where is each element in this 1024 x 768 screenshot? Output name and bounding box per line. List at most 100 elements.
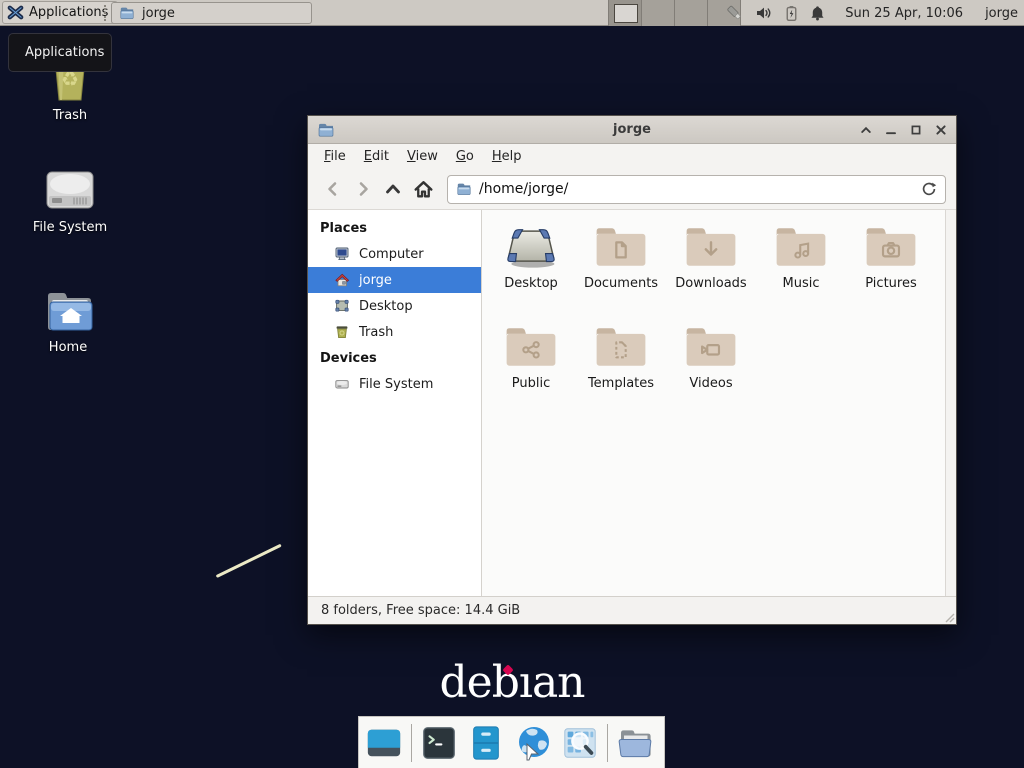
folder-templates-icon xyxy=(591,322,651,372)
back-button[interactable] xyxy=(318,174,348,204)
file-item-label: Public xyxy=(512,376,550,391)
toolbar: /home/jorge/ xyxy=(308,169,956,210)
file-view[interactable]: Desktop Documents xyxy=(482,210,945,596)
sidebar-item-label: Trash xyxy=(359,325,393,340)
resize-grip[interactable] xyxy=(945,613,955,623)
sidebar-item-desktop[interactable]: Desktop xyxy=(308,293,481,319)
sidebar-item-label: jorge xyxy=(359,273,392,288)
sidebar-item-label: File System xyxy=(359,377,433,392)
home-button[interactable] xyxy=(408,174,438,204)
dock-separator xyxy=(411,724,412,762)
path-folder-icon xyxy=(456,181,472,197)
battery-charging-icon[interactable] xyxy=(783,4,800,23)
file-item-pictures[interactable]: Pictures xyxy=(846,220,936,320)
show-desktop-launcher[interactable] xyxy=(364,723,404,763)
file-item-label: Templates xyxy=(588,376,654,391)
panel-separator-handle[interactable] xyxy=(104,5,106,21)
menu-help[interactable]: Help xyxy=(483,147,531,166)
workspace-2[interactable] xyxy=(642,0,675,26)
drive-icon xyxy=(42,166,98,214)
sidebar-item-computer[interactable]: Computer xyxy=(308,241,481,267)
debian-logo: debıan xyxy=(0,659,1024,707)
statusbar: 8 folders, Free space: 14.4 GiB xyxy=(308,596,956,624)
file-item-downloads[interactable]: Downloads xyxy=(666,220,756,320)
stylus-icon[interactable] xyxy=(724,3,745,23)
sidebar-item-file-system[interactable]: File System xyxy=(308,371,481,397)
reload-icon[interactable] xyxy=(921,181,937,197)
path-input[interactable]: /home/jorge/ xyxy=(479,181,914,197)
vertical-scrollbar[interactable] xyxy=(945,210,956,596)
file-item-desktop[interactable]: Desktop xyxy=(486,220,576,320)
system-tray: Sun 25 Apr, 10:06 jorge xyxy=(724,0,1020,26)
desktop-small-icon xyxy=(334,298,350,314)
dock-panel xyxy=(358,716,665,768)
web-browser-launcher[interactable] xyxy=(513,723,553,763)
terminal-icon xyxy=(420,724,458,762)
desktop-icon xyxy=(501,222,561,272)
top-panel: Applications jorge xyxy=(0,0,1024,26)
up-button[interactable] xyxy=(378,174,408,204)
app-finder-launcher[interactable] xyxy=(560,723,600,763)
menu-file[interactable]: File xyxy=(315,147,355,166)
folder-icon xyxy=(119,5,135,21)
sidebar-header-devices: Devices xyxy=(308,345,481,371)
panel-username[interactable]: jorge xyxy=(985,6,1018,21)
folder-pictures-icon xyxy=(861,222,921,272)
desktop-icon-home[interactable]: Home xyxy=(18,286,118,355)
terminal-launcher[interactable] xyxy=(419,723,459,763)
maximize-button[interactable] xyxy=(910,124,922,136)
taskbar-window-label: jorge xyxy=(142,6,175,21)
sidebar-item-label: Computer xyxy=(359,247,424,262)
back-icon xyxy=(323,179,343,199)
sidebar-item-trash[interactable]: Trash xyxy=(308,319,481,345)
path-bar[interactable]: /home/jorge/ xyxy=(447,175,946,204)
file-manager-folder-icon xyxy=(615,724,655,762)
home-icon xyxy=(413,179,434,200)
applications-menu-label: Applications xyxy=(29,5,108,20)
menu-edit[interactable]: Edit xyxy=(355,147,398,166)
forward-button[interactable] xyxy=(348,174,378,204)
file-item-label: Videos xyxy=(689,376,732,391)
sidebar-item-jorge[interactable]: jorge xyxy=(308,267,481,293)
app-finder-icon xyxy=(561,724,599,762)
close-button[interactable] xyxy=(935,124,947,136)
minimize-button[interactable] xyxy=(885,124,897,136)
applications-menu-button[interactable]: Applications xyxy=(2,1,118,24)
computer-icon xyxy=(334,246,350,262)
window-titlebar[interactable]: jorge xyxy=(308,116,956,144)
taskbar-window-button[interactable]: jorge xyxy=(111,2,312,24)
desktop-icon-label: File System xyxy=(33,220,107,235)
menubar: File Edit View Go Help xyxy=(308,144,956,169)
menu-view[interactable]: View xyxy=(398,147,447,166)
panel-clock[interactable]: Sun 25 Apr, 10:06 xyxy=(845,6,963,21)
workspace-switcher[interactable] xyxy=(608,0,741,26)
file-item-label: Music xyxy=(783,276,820,291)
file-item-documents[interactable]: Documents xyxy=(576,220,666,320)
file-item-music[interactable]: Music xyxy=(756,220,846,320)
workspace-1[interactable] xyxy=(609,0,642,26)
file-item-public[interactable]: Public xyxy=(486,320,576,420)
wallpaper-swoosh xyxy=(216,544,282,578)
workspace-3[interactable] xyxy=(675,0,708,26)
folder-public-icon xyxy=(501,322,561,372)
file-manager-launcher[interactable] xyxy=(615,723,655,763)
up-icon xyxy=(383,179,403,199)
sidebar: Places Computer jorge xyxy=(308,210,482,596)
dock-separator xyxy=(607,724,608,762)
volume-icon[interactable] xyxy=(754,4,774,22)
file-item-videos[interactable]: Videos xyxy=(666,320,756,420)
xfce-logo-icon xyxy=(7,4,24,21)
shade-button[interactable] xyxy=(860,124,872,136)
trash-small-icon xyxy=(334,324,350,340)
file-item-label: Downloads xyxy=(675,276,746,291)
file-item-templates[interactable]: Templates xyxy=(576,320,666,420)
sidebar-item-label: Desktop xyxy=(359,299,413,314)
desktop-icon-file-system[interactable]: File System xyxy=(20,166,120,235)
menu-go[interactable]: Go xyxy=(447,147,483,166)
file-item-label: Documents xyxy=(584,276,658,291)
file-item-label: Desktop xyxy=(504,276,558,291)
notifications-icon[interactable] xyxy=(809,4,826,22)
workspace-window-preview xyxy=(614,4,638,23)
file-cabinet-launcher[interactable] xyxy=(466,723,506,763)
sidebar-header-places: Places xyxy=(308,215,481,241)
